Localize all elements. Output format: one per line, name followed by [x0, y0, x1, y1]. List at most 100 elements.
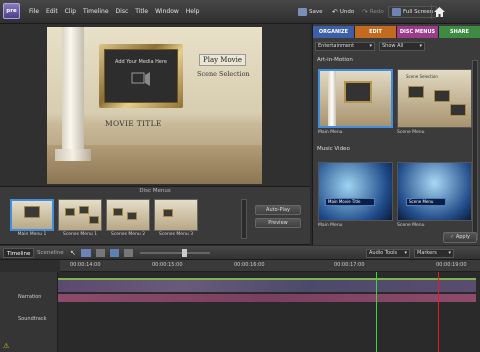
column-base	[55, 149, 91, 161]
disc-menus-title: Disc Menus	[139, 188, 171, 194]
redo-button[interactable]: ↷ Redo	[362, 6, 384, 18]
tab-disc-menus[interactable]: DISC MENUS	[397, 26, 439, 38]
menu-bar: pre File Edit Clip Timeline Disc Title W…	[0, 0, 480, 24]
menu-window[interactable]: Window	[155, 8, 179, 15]
check-icon: ✓	[450, 234, 455, 240]
ruler-tick: 00:00:15:00	[152, 262, 183, 268]
movie-title-text[interactable]: MOVIE TITLE	[105, 119, 162, 128]
column-decoration	[62, 27, 84, 152]
template-label: Main Menu	[318, 223, 343, 228]
time-ruler[interactable]: 00:00:14:00 00:00:15:00 00:00:16:00 00:0…	[60, 260, 480, 272]
chevron-down-icon: ▾	[419, 43, 422, 49]
tab-organize[interactable]: ORGANIZE	[313, 26, 355, 38]
media-drop-frame[interactable]: Add Your Media Here	[99, 44, 183, 108]
zoom-slider[interactable]	[140, 249, 210, 257]
zoom-thumb[interactable]	[182, 249, 187, 257]
redo-icon: ↷	[362, 8, 368, 16]
audio-tools-dropdown[interactable]: Audio Tools ▾	[366, 249, 410, 258]
film-icon[interactable]	[80, 249, 91, 257]
monitor-icon	[392, 8, 401, 16]
tasks-panel: ORGANIZE EDIT DISC MENUS SHARE Entertain…	[312, 24, 480, 245]
media-drop-text: Add Your Media Here	[115, 59, 167, 65]
full-screen-button[interactable]: Full Screen	[388, 6, 438, 18]
templates-scrollbar[interactable]	[472, 60, 478, 240]
chevron-down-icon: ▾	[369, 43, 372, 49]
disc-menu-thumb-scenes-1[interactable]	[58, 199, 102, 231]
template-art-scene-menu[interactable]: Scene Selection	[397, 69, 472, 128]
top-toolbar: Save ↶ Undo ↷ Redo Full Screen	[296, 3, 478, 21]
markers-label: Markers	[417, 250, 437, 256]
chevron-down-icon: ▾	[448, 250, 451, 256]
disc-menu-label: Scenes Menu 3	[158, 232, 194, 237]
scene-selection-button[interactable]: Scene Selection	[197, 70, 250, 78]
undo-label: Undo	[339, 9, 355, 15]
menu-help[interactable]: Help	[186, 8, 200, 15]
timeline-toolbar: Timeline Sceneline ↖ Audio Tools ▾ Marke…	[0, 246, 480, 260]
template-label: Scene Menu	[397, 223, 425, 228]
menu-file[interactable]: File	[29, 8, 39, 15]
main-movie-title-text: Main Movie Title	[325, 198, 375, 206]
save-icon	[298, 8, 307, 16]
menu-title[interactable]: Title	[135, 8, 148, 15]
category-dropdown[interactable]: Entertainment ▾	[315, 42, 375, 51]
template-art-main-menu[interactable]	[318, 69, 393, 128]
marker-icon[interactable]	[123, 249, 133, 257]
auto-play-button[interactable]: Auto-Play	[255, 205, 301, 215]
arrow-icon[interactable]: ↖	[70, 249, 76, 257]
template-label: Scene Menu	[397, 130, 425, 135]
tab-share[interactable]: SHARE	[439, 26, 480, 38]
disc-menu-label: Scenes Menu 1	[62, 232, 98, 237]
playhead[interactable]	[376, 272, 377, 352]
split-icon[interactable]	[109, 249, 119, 257]
tab-timeline[interactable]: Timeline	[3, 248, 35, 258]
ruler-tick: 00:00:14:00	[70, 262, 101, 268]
chevron-down-icon: ▾	[404, 250, 407, 256]
audio-icon[interactable]	[95, 249, 105, 257]
menu-clip[interactable]: Clip	[65, 8, 76, 15]
track-label-soundtrack: Soundtrack	[18, 316, 47, 322]
category-value: Entertainment	[318, 43, 355, 49]
track-area[interactable]	[58, 272, 480, 352]
audio-clip[interactable]	[58, 294, 476, 302]
scene-menu-text: Scene Menu	[406, 198, 446, 206]
ruler-tick: 00:00:16:00	[234, 262, 265, 268]
disc-menu-label: Scenes Menu 2	[110, 232, 146, 237]
redo-label: Redo	[369, 9, 384, 15]
warning-icon[interactable]: ⚠	[3, 342, 9, 350]
track-label-narration: Narration	[18, 294, 42, 300]
premiere-elements-window: pre File Edit Clip Timeline Disc Title W…	[0, 0, 480, 352]
save-button[interactable]: Save	[298, 6, 323, 18]
disc-menus-scrollbar[interactable]	[241, 199, 247, 239]
task-tabs: ORGANIZE EDIT DISC MENUS SHARE	[313, 26, 480, 38]
undo-icon: ↶	[332, 8, 338, 16]
media-icon	[131, 72, 150, 86]
undo-button[interactable]: ↶ Undo	[332, 6, 354, 18]
app-logo: pre	[3, 3, 20, 19]
template-music-scene-menu[interactable]: Scene Menu	[397, 162, 472, 221]
scene-selection-text: Scene Selection	[406, 74, 438, 79]
disc-menu-thumb-scenes-3[interactable]	[154, 199, 198, 231]
media-drop-area: Add Your Media Here	[104, 49, 178, 103]
preview-button[interactable]: Preview	[255, 218, 301, 228]
disc-menu-thumb-scenes-2[interactable]	[106, 199, 150, 231]
full-screen-label: Full Screen	[403, 9, 434, 15]
play-movie-button[interactable]: Play Movie	[199, 54, 247, 66]
tab-edit[interactable]: EDIT	[355, 26, 397, 38]
show-dropdown[interactable]: Show All ▾	[379, 42, 425, 51]
menu-preview[interactable]: Add Your Media Here Play Movie Scene Sel…	[47, 27, 262, 184]
markers-dropdown[interactable]: Markers ▾	[414, 249, 454, 258]
apply-button[interactable]: ✓ Apply	[443, 232, 477, 243]
video-clip[interactable]	[58, 278, 476, 292]
template-music-main-menu[interactable]: Main Movie Title	[318, 162, 393, 221]
section-title-art-in-motion: Art-in-Motion	[317, 57, 353, 63]
menu-disc[interactable]: Disc	[116, 8, 129, 15]
menu-marker-line[interactable]	[438, 272, 439, 352]
menu-list: File Edit Clip Timeline Disc Title Windo…	[29, 8, 199, 15]
disc-menu-thumb-main-1[interactable]	[10, 199, 54, 231]
home-button[interactable]	[431, 4, 447, 19]
menu-timeline[interactable]: Timeline	[83, 8, 109, 15]
disc-menus-panel: Disc Menus Main Menu 1 Scenes Menu 1 Sce…	[0, 187, 310, 245]
tab-sceneline[interactable]: Sceneline	[34, 248, 67, 258]
section-title-music-video: Music Video	[317, 146, 350, 152]
menu-edit[interactable]: Edit	[46, 8, 58, 15]
